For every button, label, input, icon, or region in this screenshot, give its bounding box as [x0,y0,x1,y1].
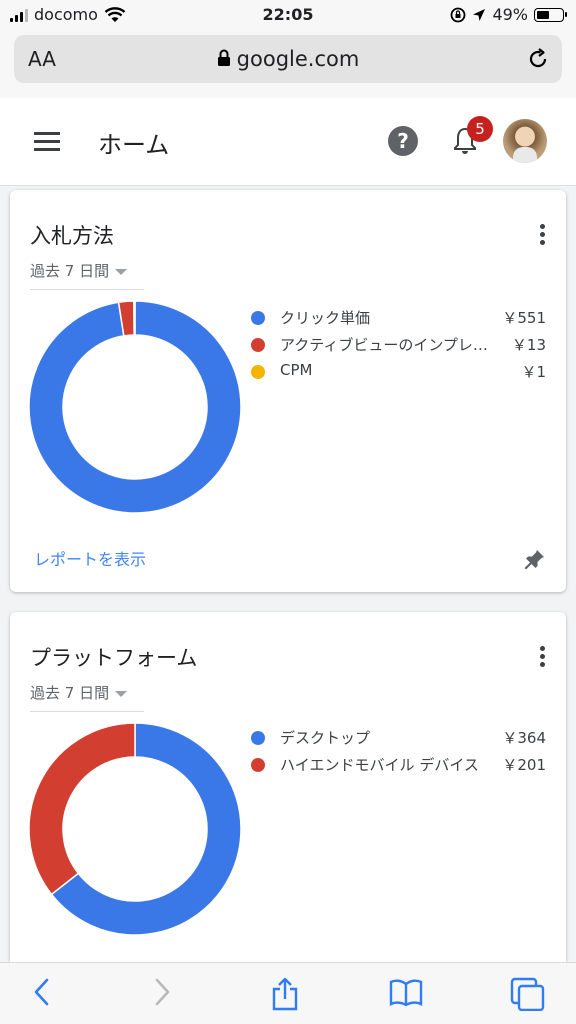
donut-chart [28,300,242,514]
reload-icon[interactable] [526,47,550,71]
bookmarks-icon[interactable] [388,977,424,1007]
legend-swatch [251,365,265,379]
card-title: プラットフォーム [30,646,198,670]
legend-item: CPM ￥1 [251,360,546,387]
location-icon [473,8,486,21]
dropdown-arrow-icon [115,690,128,697]
legend-label: CPM [280,361,313,379]
notification-badge: 5 [467,116,493,142]
chart-legend: クリック単価 ￥551 アクティブビューのインプレッション単価 ￥13 CPM ￥1 [251,306,546,387]
help-icon[interactable]: ? [388,126,418,156]
more-vert-icon[interactable] [540,646,546,670]
app-header: ホーム ? [0,98,576,186]
share-icon[interactable] [270,977,300,1011]
url-domain: google.com [14,47,562,71]
forward-icon[interactable] [150,977,174,1007]
legend-value: ￥1 [521,363,546,381]
pin-icon[interactable] [522,548,546,572]
legend-swatch [251,311,265,325]
legend-label: ハイエンドモバイル デバイス [280,756,479,774]
browser-toolbar: AA google.com [0,30,576,98]
address-bar[interactable]: AA google.com [14,35,562,83]
lock-icon [217,49,230,66]
dropdown-arrow-icon [115,268,128,275]
legend-value: ￥551 [502,309,546,327]
date-range-dropdown[interactable]: 過去 7 日間 [30,682,144,712]
tabs-icon[interactable] [510,977,546,1011]
battery-percent: 49% [492,5,528,24]
legend-swatch [251,338,265,352]
donut-slice [133,300,136,336]
legend-swatch [251,731,265,745]
legend-item: アクティブビューのインプレッション単価 ￥13 [251,333,546,360]
platform-card: プラットフォーム 過去 7 日間 デスクトップ ￥364 ハイエンドモバイル デバイ… [10,612,566,972]
legend-label: アクティブビューのインプレッション単価 [280,336,492,354]
hamburger-menu-icon[interactable] [34,132,60,152]
back-icon[interactable] [30,977,54,1007]
date-range-dropdown[interactable]: 過去 7 日間 [30,260,144,290]
legend-value: ￥364 [502,729,546,747]
view-report-link[interactable]: レポートを表示 [34,546,146,570]
browser-bottom-toolbar [0,962,576,1024]
more-vert-icon[interactable] [540,224,546,248]
legend-swatch [251,758,265,772]
donut-chart [28,722,242,936]
legend-value: ￥201 [502,756,546,774]
status-bar: docomo 22:05 49% [0,0,576,30]
legend-label: クリック単価 [280,309,371,327]
avatar[interactable] [503,119,547,163]
legend-label: デスクトップ [280,729,371,747]
bidding-card: 入札方法 過去 7 日間 クリック単価 ￥551 アクティブビューのインプレッション… [10,190,566,592]
donut-slice [28,722,136,896]
chart-legend: デスクトップ ￥364 ハイエンドモバイル デバイス ￥201 [251,726,546,780]
legend-value: ￥13 [511,336,546,354]
card-title: 入札方法 [30,224,114,248]
legend-item: クリック単価 ￥551 [251,306,546,333]
legend-item: ハイエンドモバイル デバイス ￥201 [251,753,546,780]
page-title: ホーム [98,131,170,159]
legend-item: デスクトップ ￥364 [251,726,546,753]
battery-icon [534,7,567,22]
rotation-lock-icon [451,7,466,22]
